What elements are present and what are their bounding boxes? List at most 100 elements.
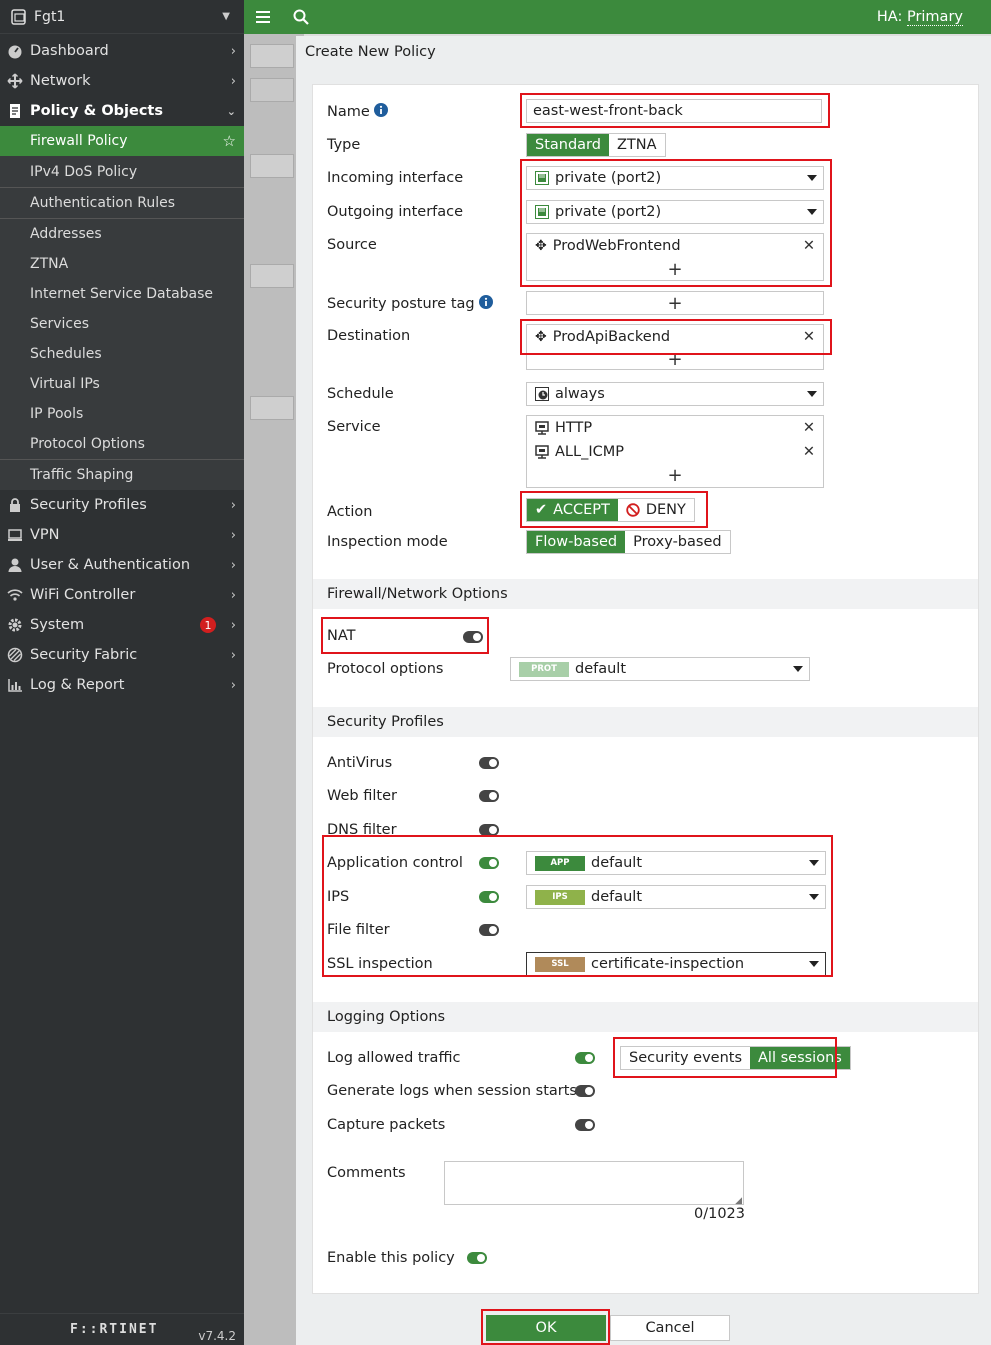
sub-label: Protocol Options bbox=[30, 436, 145, 452]
capture-packets-toggle[interactable] bbox=[575, 1119, 595, 1131]
nav-item-wifi-controller[interactable]: WiFi Controller › bbox=[0, 580, 244, 610]
inspection-mode-label: Inspection mode bbox=[327, 534, 448, 550]
type-ztna-option[interactable]: ZTNA bbox=[609, 134, 665, 156]
resize-handle-icon: ◢ bbox=[735, 1196, 742, 1206]
outgoing-interface-label: Outgoing interface bbox=[327, 204, 464, 220]
service-icon bbox=[535, 421, 549, 435]
enable-policy-toggle[interactable] bbox=[467, 1252, 487, 1264]
bg-create-button bbox=[250, 44, 294, 68]
nav-label: WiFi Controller bbox=[30, 587, 136, 603]
star-icon[interactable]: ☆ bbox=[223, 132, 236, 150]
sidebar-item-protocol-options[interactable]: Protocol Options bbox=[0, 429, 244, 459]
chevron-right-icon: › bbox=[230, 557, 236, 573]
comments-textarea[interactable]: ◢ bbox=[444, 1161, 744, 1206]
schedule-select[interactable]: always bbox=[526, 382, 824, 406]
webfilter-toggle[interactable] bbox=[479, 790, 499, 802]
chevron-right-icon: › bbox=[230, 587, 236, 603]
service-entry[interactable]: HTTP ✕ bbox=[527, 416, 823, 440]
info-icon[interactable] bbox=[479, 295, 494, 309]
nav-label: Log & Report bbox=[30, 677, 125, 693]
highlight-box bbox=[322, 835, 833, 977]
cancel-button[interactable]: Cancel bbox=[610, 1315, 730, 1341]
service-label: Service bbox=[327, 419, 381, 435]
protocol-tag: PROT bbox=[519, 661, 569, 677]
sidebar-item-addresses[interactable]: Addresses bbox=[0, 219, 244, 249]
chevron-right-icon: › bbox=[230, 43, 236, 59]
add-posture-tag-button[interactable]: + bbox=[527, 292, 823, 314]
caret-down-icon bbox=[807, 391, 817, 397]
sidebar-item-ztna[interactable]: ZTNA bbox=[0, 249, 244, 279]
ha-status[interactable]: HA: Primary bbox=[876, 9, 963, 26]
enable-policy-label: Enable this policy bbox=[327, 1250, 455, 1266]
nav-item-dashboard[interactable]: Dashboard › bbox=[0, 36, 244, 66]
ha-label: HA: bbox=[876, 9, 903, 25]
highlight-box bbox=[520, 93, 830, 128]
generate-logs-toggle[interactable] bbox=[575, 1085, 595, 1097]
sub-label: IPv4 DoS Policy bbox=[30, 163, 138, 180]
bg-group-row bbox=[250, 154, 294, 178]
sidebar-item-ipv4-dos-policy[interactable]: IPv4 DoS Policy bbox=[0, 156, 244, 187]
chevron-down-icon: ▼ bbox=[222, 11, 230, 22]
menu-toggle-button[interactable] bbox=[244, 0, 282, 34]
highlight-box bbox=[520, 319, 832, 355]
section-firewall-network: Firewall/Network Options bbox=[313, 579, 978, 609]
schedule-label: Schedule bbox=[327, 386, 394, 402]
chevron-right-icon: › bbox=[230, 677, 236, 693]
highlight-box bbox=[520, 491, 708, 528]
chevron-right-icon: › bbox=[230, 617, 236, 633]
add-service-button[interactable]: + bbox=[527, 464, 823, 486]
sub-label: Traffic Shaping bbox=[30, 467, 134, 483]
chevron-down-icon: ⌄ bbox=[226, 104, 236, 118]
dialog-title: Create New Policy bbox=[305, 44, 436, 60]
sidebar-item-virtual-ips[interactable]: Virtual IPs bbox=[0, 369, 244, 399]
version-label: v7.4.2 bbox=[198, 1329, 236, 1343]
remove-icon[interactable]: ✕ bbox=[803, 420, 815, 436]
nav-item-user-authentication[interactable]: User & Authentication › bbox=[0, 550, 244, 580]
destination-label: Destination bbox=[327, 328, 411, 344]
incoming-interface-label: Incoming interface bbox=[327, 170, 464, 186]
nav-label: Policy & Objects bbox=[30, 103, 163, 119]
nav-item-log-report[interactable]: Log & Report › bbox=[0, 670, 244, 700]
sidebar-item-ip-pools[interactable]: IP Pools bbox=[0, 399, 244, 429]
service-value: ALL_ICMP bbox=[555, 444, 624, 460]
device-selector[interactable]: Fgt1 ▼ bbox=[0, 0, 244, 34]
nav-item-security-fabric[interactable]: Security Fabric › bbox=[0, 640, 244, 670]
nav-label: Dashboard bbox=[30, 43, 109, 59]
sub-label: Firewall Policy bbox=[30, 133, 128, 149]
device-name: Fgt1 bbox=[34, 8, 66, 25]
nav-list: Dashboard › Network › Policy & Objects ⌄… bbox=[0, 36, 244, 700]
name-label-text: Name bbox=[327, 104, 370, 120]
posture-tag-list: + bbox=[526, 291, 824, 315]
service-entry[interactable]: ALL_ICMP ✕ bbox=[527, 440, 823, 464]
sidebar-item-schedules[interactable]: Schedules bbox=[0, 339, 244, 369]
type-standard-option[interactable]: Standard bbox=[527, 134, 609, 156]
antivirus-label: AntiVirus bbox=[327, 755, 393, 771]
sidebar-item-authentication-rules[interactable]: Authentication Rules bbox=[0, 188, 244, 218]
sidebar-item-internet-service-database[interactable]: Internet Service Database bbox=[0, 279, 244, 309]
sub-label: Internet Service Database bbox=[30, 286, 214, 302]
nav-item-security-profiles[interactable]: Security Profiles › bbox=[0, 490, 244, 520]
protocol-options-select[interactable]: PROT default bbox=[510, 657, 810, 681]
protocol-options-label: Protocol options bbox=[327, 661, 444, 677]
sidebar-item-services[interactable]: Services bbox=[0, 309, 244, 339]
sidebar-item-traffic-shaping[interactable]: Traffic Shaping bbox=[0, 460, 244, 490]
search-icon bbox=[293, 9, 309, 25]
info-icon[interactable] bbox=[374, 103, 389, 117]
search-button[interactable] bbox=[282, 0, 320, 34]
inspection-flow-option[interactable]: Flow-based bbox=[527, 531, 626, 553]
inspection-mode-toggle: Flow-based Proxy-based bbox=[526, 530, 731, 554]
chevron-right-icon: › bbox=[230, 73, 236, 89]
antivirus-toggle[interactable] bbox=[479, 757, 499, 769]
nav-item-policy-objects[interactable]: Policy & Objects ⌄ bbox=[0, 96, 244, 126]
nav-item-network[interactable]: Network › bbox=[0, 66, 244, 96]
type-label: Type bbox=[327, 137, 361, 153]
nav-label: Security Fabric bbox=[30, 647, 138, 663]
inspection-proxy-option[interactable]: Proxy-based bbox=[625, 531, 729, 553]
remove-icon[interactable]: ✕ bbox=[803, 444, 815, 460]
wifi-icon bbox=[6, 586, 24, 604]
log-allowed-toggle[interactable] bbox=[575, 1052, 595, 1064]
sidebar-footer: F::RTINET v7.4.2 bbox=[0, 1313, 244, 1345]
nav-item-system[interactable]: System 1 › bbox=[0, 610, 244, 640]
sidebar-item-firewall-policy[interactable]: Firewall Policy ☆ bbox=[0, 126, 244, 156]
nav-item-vpn[interactable]: VPN › bbox=[0, 520, 244, 550]
